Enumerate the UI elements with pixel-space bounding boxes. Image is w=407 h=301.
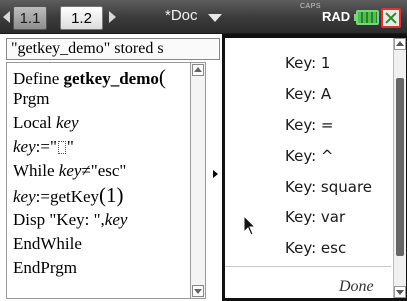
caps-indicator: CAPS [300, 3, 322, 10]
output-popup: Key: 1 Key: A Key: = Key: ^ Key: square … [222, 34, 407, 301]
output-line: Key: 1 [285, 54, 331, 72]
code-line-getkey[interactable]: key:=getKey(1) [13, 183, 124, 208]
document-title[interactable]: *Doc [165, 7, 198, 24]
assign-variable: key [13, 137, 36, 156]
code-line-define[interactable]: Define getkey_demo( [13, 65, 166, 90]
output-line: Key: ^ [285, 147, 334, 165]
scroll-up-icon[interactable] [192, 64, 204, 76]
tab-1-2[interactable]: 1.2 [60, 6, 103, 30]
popup-scroll-down-icon[interactable] [394, 286, 406, 298]
title-bar: 1.1 1.2 *Doc CAPS RAD [0, 0, 407, 34]
code-line-prgm[interactable]: Prgm [13, 89, 50, 109]
submenu-arrow-icon [213, 170, 218, 178]
mouse-pointer-icon [243, 215, 257, 236]
output-line: Key: esc [285, 239, 347, 257]
scroll-down-icon[interactable] [192, 285, 204, 297]
getkey-call: :=getKey [35, 187, 100, 206]
code-line-endwhile[interactable]: EndWhile [13, 234, 82, 254]
popup-scroll-thumb[interactable] [396, 78, 404, 256]
code-line-assign-empty[interactable]: key:=" " [13, 137, 74, 157]
disp-variable: key [104, 210, 128, 229]
disp-text: Disp "Key: ", [13, 210, 105, 229]
program-editor[interactable]: Define getkey_demo( Prgm Local key key:=… [6, 62, 206, 299]
editor-status-line: "getkey_demo" stored s [6, 38, 220, 60]
document-menu-caret-icon[interactable] [208, 14, 222, 22]
popup-scrollbar[interactable] [393, 38, 406, 298]
text-cursor-box-icon [57, 141, 66, 154]
getkey-argument: (1) [99, 183, 124, 207]
page-left-arrow-icon[interactable] [3, 11, 10, 23]
while-variable: key [58, 161, 82, 180]
local-variable: key [55, 113, 79, 132]
getkey-variable: key [13, 187, 36, 206]
define-keyword: Define [13, 69, 60, 88]
tab-1-1[interactable]: 1.1 [13, 6, 47, 30]
assign-close-quote: " [66, 137, 74, 156]
while-keyword: While [13, 161, 55, 180]
code-line-while[interactable]: While key≠"esc" [13, 161, 126, 181]
local-keyword: Local [13, 113, 52, 132]
output-line: Key: = [285, 116, 334, 134]
close-icon[interactable] [381, 8, 401, 28]
done-status: Done [339, 278, 374, 295]
open-paren: ( [158, 65, 166, 89]
page-right-arrow-icon[interactable] [109, 11, 116, 23]
popup-scroll-up-icon[interactable] [394, 38, 406, 50]
angle-mode-indicator: RAD [322, 9, 351, 24]
battery-icon [356, 10, 379, 25]
output-line: Key: var [285, 208, 346, 226]
output-line: Key: square [285, 178, 373, 196]
program-name: getkey_demo [63, 69, 159, 88]
popup-divider [225, 266, 391, 267]
assign-operator: :=" [35, 137, 57, 156]
code-line-local[interactable]: Local key [13, 113, 79, 133]
output-line: Key: A [285, 85, 332, 103]
editor-scrollbar[interactable] [190, 62, 206, 299]
code-line-disp[interactable]: Disp "Key: ",key [13, 210, 127, 230]
while-condition: ≠"esc" [81, 161, 127, 180]
code-line-endprgm[interactable]: EndPrgm [13, 258, 77, 278]
